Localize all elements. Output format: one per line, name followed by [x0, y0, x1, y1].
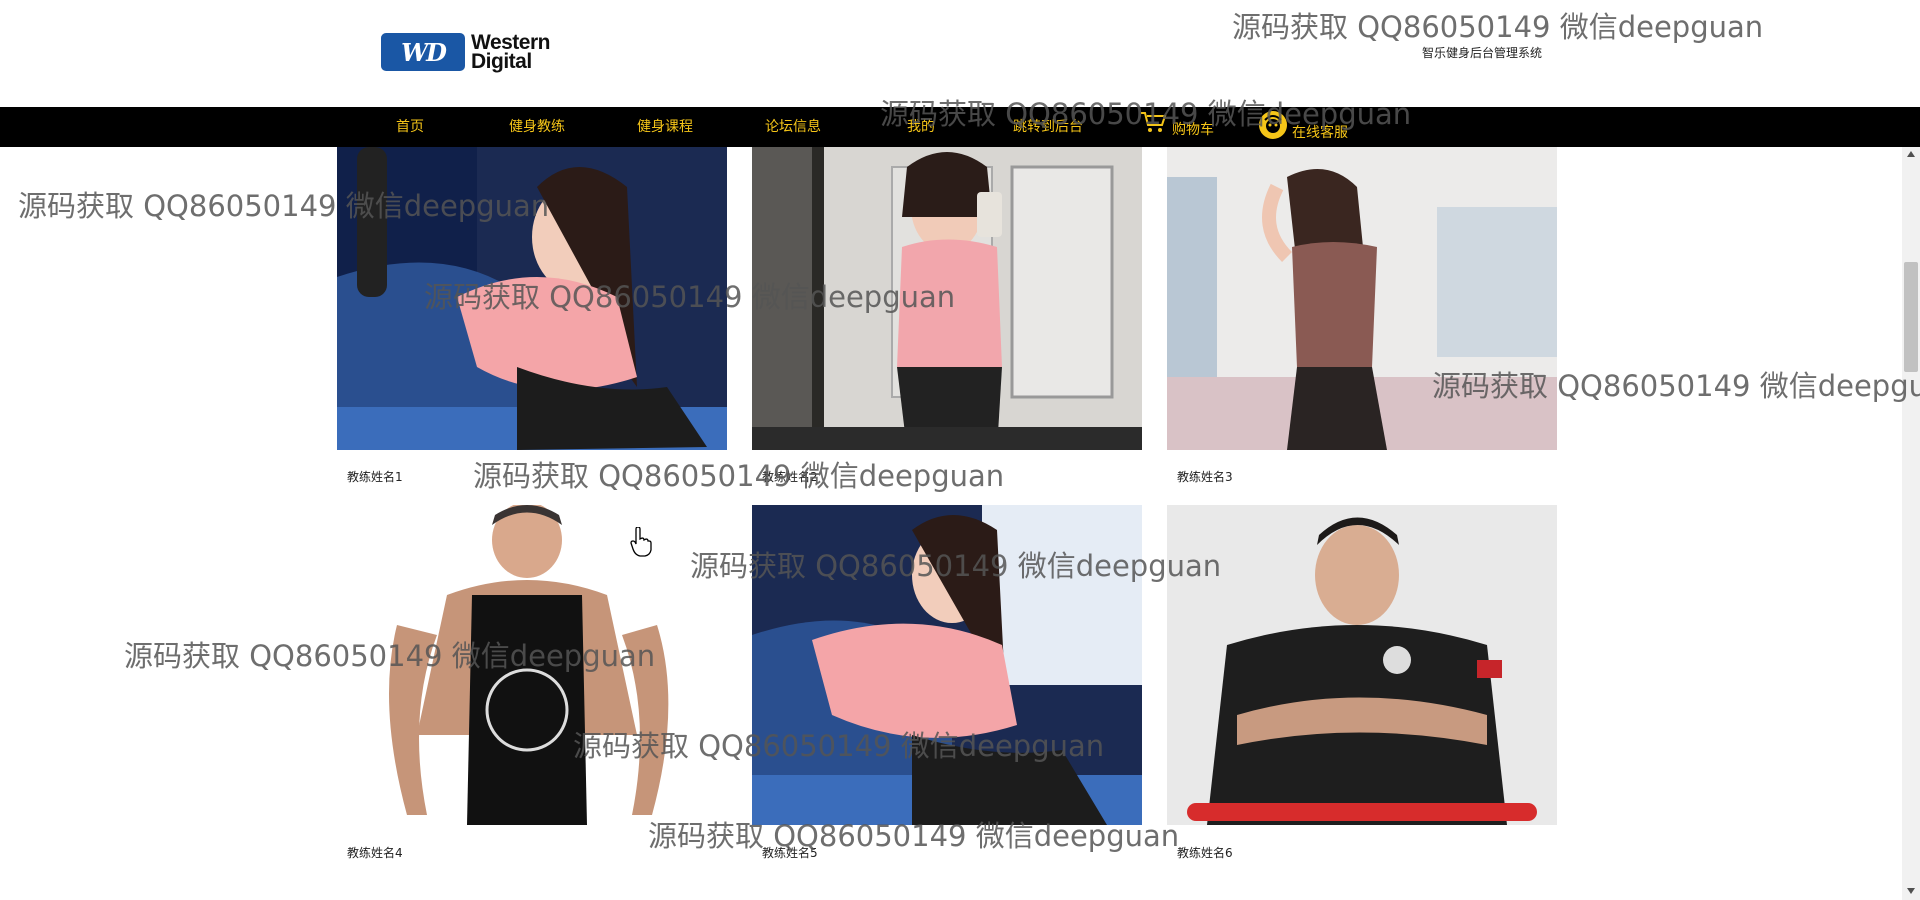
nav-item-forum[interactable]: 论坛信息 [765, 107, 821, 147]
logo-wordmark: Western Digital [471, 32, 550, 73]
site-logo[interactable]: WD Western Digital [381, 32, 571, 72]
cart-icon [1140, 110, 1168, 150]
coach-card[interactable]: 教练姓名5 [752, 505, 1142, 860]
coach-card[interactable]: 教练姓名2 [752, 147, 1142, 484]
nav-item-mine[interactable]: 我的 [907, 107, 935, 147]
coach-photo[interactable] [752, 147, 1142, 450]
watermark: 源码获取 QQ86050149 微信deepguan [473, 459, 1005, 493]
scroll-up-arrow-icon[interactable] [1907, 151, 1915, 157]
nav-item-home[interactable]: 首页 [396, 107, 424, 147]
logo-line-2: Digital [471, 50, 532, 73]
coach-name[interactable]: 教练姓名1 [347, 468, 403, 485]
nav-item-label: 我的 [907, 119, 935, 135]
coach-card[interactable]: 教练姓名6 [1167, 505, 1557, 860]
coach-photo[interactable] [752, 505, 1142, 825]
coach-name[interactable]: 教练姓名3 [1177, 468, 1233, 485]
nav-item-label: 在线客服 [1292, 125, 1348, 141]
logo-badge: WD [381, 33, 465, 71]
coach-name[interactable]: 教练姓名2 [762, 468, 818, 485]
coach-name[interactable]: 教练姓名6 [1177, 844, 1233, 861]
page: WD Western Digital 智乐健身后台管理系统 首页 健身教练 健身… [0, 0, 1920, 900]
system-title: 智乐健身后台管理系统 [1422, 46, 1543, 60]
main-nav: 首页 健身教练 健身课程 论坛信息 我的 跳转到后台 购物车 在线客服 [0, 107, 1920, 147]
coach-name[interactable]: 教练姓名5 [762, 844, 818, 861]
page-scrollbar[interactable] [1902, 147, 1920, 900]
coach-card[interactable]: 教练姓名3 [1167, 147, 1557, 484]
nav-item-online-service[interactable]: 在线客服 [1258, 110, 1348, 150]
coach-photo[interactable] [1167, 505, 1557, 825]
nav-item-label: 论坛信息 [765, 119, 821, 135]
hand-cursor-icon [630, 526, 652, 557]
coach-photo[interactable] [337, 147, 727, 450]
nav-item-courses[interactable]: 健身课程 [637, 107, 693, 147]
coach-card[interactable]: 教练姓名4 [337, 505, 727, 860]
scroll-thumb[interactable] [1904, 262, 1918, 372]
scroll-down-arrow-icon[interactable] [1907, 888, 1915, 894]
coach-name[interactable]: 教练姓名4 [347, 844, 403, 861]
coach-card[interactable]: 教练姓名1 [337, 147, 727, 484]
nav-item-cart[interactable]: 购物车 [1140, 110, 1214, 150]
nav-item-admin[interactable]: 跳转到后台 [1013, 107, 1083, 147]
nav-item-label: 首页 [396, 119, 424, 135]
nav-item-coaches[interactable]: 健身教练 [509, 107, 565, 147]
nav-item-label: 购物车 [1172, 122, 1214, 138]
logo-mark: WD [401, 37, 447, 67]
coach-photo[interactable] [337, 505, 727, 825]
coach-photo[interactable] [1167, 147, 1557, 450]
nav-item-label: 健身课程 [637, 119, 693, 135]
nav-item-label: 跳转到后台 [1013, 119, 1083, 135]
nav-item-label: 健身教练 [509, 119, 565, 135]
site-header: WD Western Digital 智乐健身后台管理系统 [0, 0, 1920, 107]
